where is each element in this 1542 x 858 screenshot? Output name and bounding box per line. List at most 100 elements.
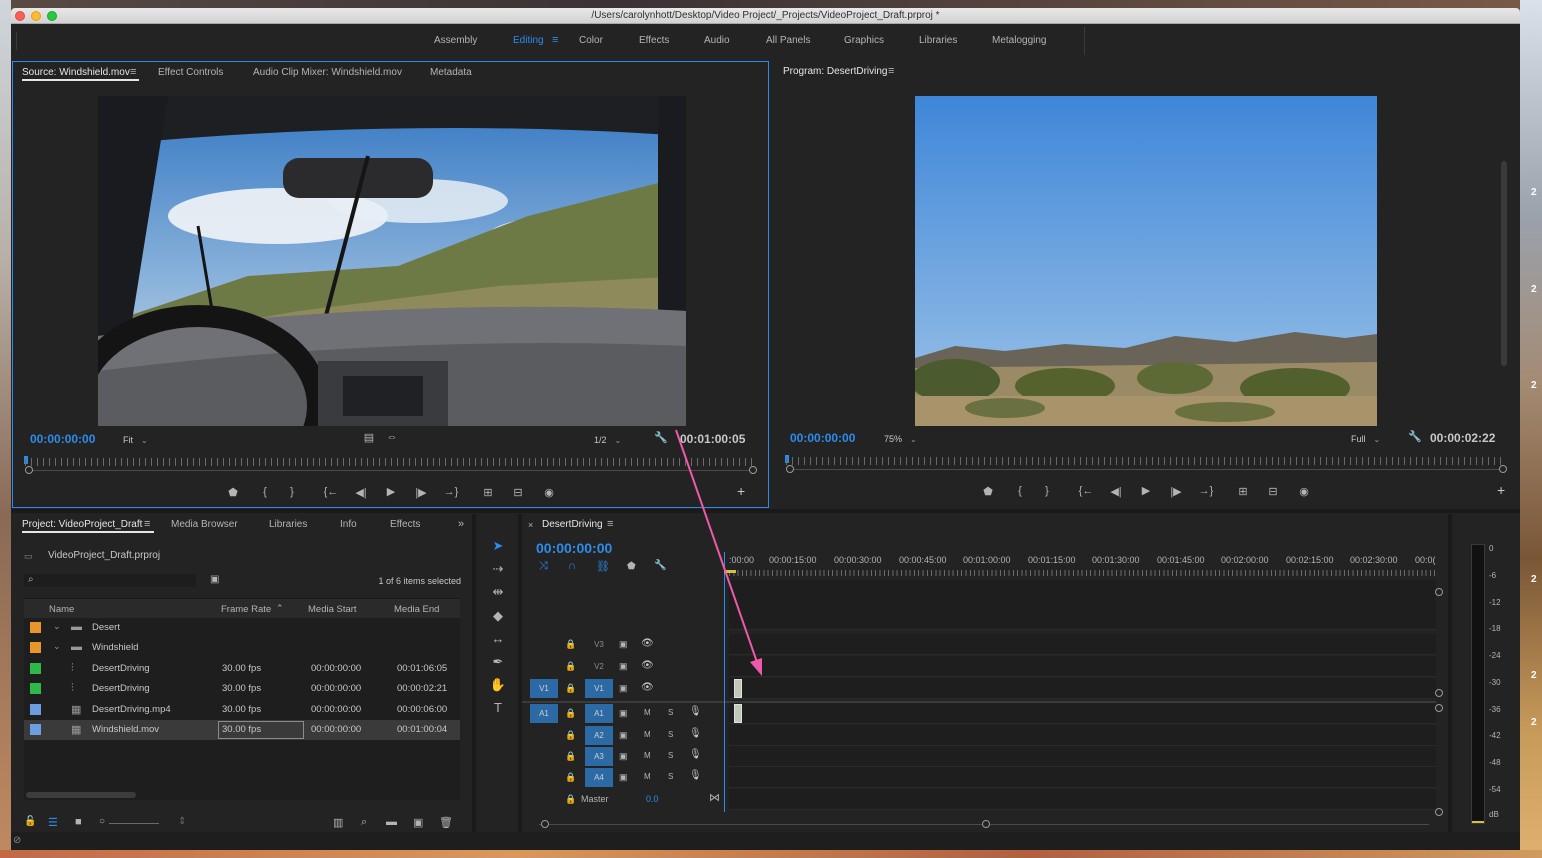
- tab-effect-controls[interactable]: Effect Controls: [158, 67, 223, 78]
- wrench-icon[interactable]: 🔧: [1407, 430, 1423, 443]
- track-target-a1[interactable]: A1: [585, 704, 613, 723]
- program-resolution-select[interactable]: Full ⌄: [1351, 434, 1380, 444]
- drag-video-icon[interactable]: ⇔: [384, 431, 400, 443]
- tab-libraries[interactable]: Libraries: [269, 519, 307, 530]
- step-forward-icon[interactable]: |▶: [1168, 485, 1184, 498]
- workspace-color[interactable]: Color: [579, 35, 603, 46]
- mark-out-icon[interactable]: }: [1039, 485, 1055, 497]
- new-search-bin-icon[interactable]: ▣: [210, 574, 219, 585]
- wrench-icon[interactable]: 🔧: [654, 560, 666, 571]
- track-v1-lane[interactable]: [729, 678, 1436, 699]
- step-back-icon[interactable]: ◀|: [1108, 485, 1124, 498]
- sync-lock-icon[interactable]: ▣: [619, 751, 628, 762]
- nest-icon[interactable]: ⤨: [539, 560, 548, 573]
- track-target-v3[interactable]: V3: [585, 635, 613, 654]
- chevron-down-icon[interactable]: ⌄: [53, 641, 61, 652]
- vertical-scroll-handle[interactable]: [1435, 689, 1443, 697]
- source-time-ruler[interactable]: [25, 458, 753, 466]
- go-to-end-icon[interactable]: ⋈: [709, 791, 720, 804]
- export-frame-icon[interactable]: ◉: [1296, 485, 1312, 498]
- workspace-menu-icon[interactable]: ≡: [552, 34, 558, 46]
- settings-grid-icon[interactable]: ▤: [361, 431, 377, 444]
- column-name[interactable]: Name: [49, 604, 74, 615]
- tab-audio-clip-mixer[interactable]: Audio Clip Mixer: Windshield.mov: [253, 67, 402, 78]
- label-color-swatch[interactable]: [30, 683, 41, 694]
- lock-icon[interactable]: 🔒: [565, 794, 576, 805]
- microphone-icon[interactable]: 🎙: [689, 749, 702, 760]
- extract-icon[interactable]: ⊟: [1265, 485, 1281, 498]
- sync-lock-icon[interactable]: ▣: [619, 639, 628, 650]
- tab-effects[interactable]: Effects: [390, 519, 420, 530]
- play-icon[interactable]: ▶: [383, 485, 399, 498]
- mark-out-icon[interactable]: }: [284, 486, 300, 498]
- vertical-scroll-handle[interactable]: [1435, 808, 1443, 816]
- label-color-swatch[interactable]: [30, 704, 41, 715]
- label-color-swatch[interactable]: [30, 724, 41, 735]
- more-tabs-icon[interactable]: »: [458, 518, 464, 530]
- status-icon[interactable]: ⊘: [13, 835, 21, 846]
- source-fit-select[interactable]: Fit ⌄: [123, 435, 148, 445]
- wrench-icon[interactable]: 🔧: [653, 431, 669, 444]
- list-view-icon[interactable]: ☰: [48, 816, 58, 829]
- add-marker-icon[interactable]: ⬟: [627, 561, 636, 572]
- track-a1-lane[interactable]: [729, 703, 1436, 724]
- mute-button[interactable]: M: [644, 772, 651, 781]
- track-target-v1[interactable]: V1: [585, 679, 613, 698]
- workspace-all-panels[interactable]: All Panels: [766, 35, 810, 46]
- label-color-swatch[interactable]: [30, 663, 41, 674]
- close-icon[interactable]: ×: [528, 520, 533, 530]
- source-patch-a1[interactable]: A1: [530, 704, 558, 723]
- add-marker-icon[interactable]: ⬟: [980, 485, 996, 498]
- zoom-slider[interactable]: [109, 823, 159, 824]
- tab-sequence[interactable]: DesertDriving: [542, 519, 603, 530]
- track-a3-lane[interactable]: [729, 746, 1436, 767]
- label-color-swatch[interactable]: [30, 622, 41, 633]
- ripple-edit-tool-icon[interactable]: ⇹: [478, 584, 518, 600]
- lock-icon[interactable]: 🔒: [565, 661, 576, 672]
- track-target-a4[interactable]: A4: [585, 768, 613, 787]
- sync-lock-icon[interactable]: ▣: [619, 683, 628, 694]
- mark-in-icon[interactable]: {: [257, 486, 273, 498]
- go-to-out-icon[interactable]: →}: [1198, 485, 1214, 497]
- track-master-lane[interactable]: [729, 789, 1436, 810]
- sync-lock-icon[interactable]: ▣: [619, 661, 628, 672]
- horizontal-scroll-handle-left[interactable]: [541, 820, 549, 828]
- empty-track-area[interactable]: [729, 580, 1436, 630]
- program-vertical-scrollbar[interactable]: [1501, 161, 1507, 366]
- track-a4-lane[interactable]: [729, 767, 1436, 788]
- trash-icon[interactable]: 🗑: [439, 816, 453, 829]
- step-forward-icon[interactable]: |▶: [413, 486, 429, 499]
- mute-button[interactable]: M: [644, 708, 651, 717]
- lock-icon[interactable]: 🔒: [565, 751, 576, 762]
- tab-program[interactable]: Program: DesertDriving: [783, 66, 887, 77]
- automate-to-sequence-icon[interactable]: ▥: [333, 816, 343, 829]
- tab-media-browser[interactable]: Media Browser: [171, 519, 238, 530]
- add-button-icon[interactable]: +: [1497, 482, 1505, 498]
- project-item-row[interactable]: ▦ DesertDriving.mp4 30.00 fps 00:00:00:0…: [24, 700, 460, 720]
- play-icon[interactable]: ▶: [1138, 484, 1154, 497]
- microphone-icon[interactable]: 🎙: [689, 770, 702, 781]
- type-tool-icon[interactable]: T: [478, 700, 518, 715]
- slip-tool-icon[interactable]: ↔: [478, 631, 518, 646]
- label-color-swatch[interactable]: [30, 642, 41, 653]
- project-item-row[interactable]: ⫶ DesertDriving 30.00 fps 00:00:00:00 00…: [24, 659, 460, 679]
- go-to-in-icon[interactable]: {←: [1078, 485, 1094, 497]
- microphone-icon[interactable]: 🎙: [689, 706, 702, 717]
- project-item-row-selected[interactable]: ▦ Windshield.mov 30.00 fps 00:00:00:00 0…: [24, 720, 460, 740]
- scroll-handle-left[interactable]: [25, 466, 33, 474]
- source-zoom-scrollbar[interactable]: [29, 470, 753, 471]
- chevron-down-icon[interactable]: ⌄: [53, 621, 61, 632]
- eye-icon[interactable]: 👁: [641, 682, 654, 693]
- tab-info[interactable]: Info: [340, 519, 357, 530]
- sort-icon[interactable]: ⇕: [178, 816, 186, 827]
- scroll-handle-right[interactable]: [749, 466, 757, 474]
- hand-tool-icon[interactable]: ✋: [478, 677, 518, 693]
- panel-menu-icon[interactable]: ≡: [888, 65, 894, 77]
- workspace-metalogging[interactable]: Metalogging: [992, 35, 1046, 46]
- timeline-timecode[interactable]: 00:00:00:00: [536, 540, 612, 556]
- microphone-icon[interactable]: 🎙: [689, 728, 702, 739]
- track-v3-lane[interactable]: [729, 634, 1436, 655]
- sync-lock-icon[interactable]: ▣: [619, 730, 628, 741]
- column-media-end[interactable]: Media End: [394, 604, 439, 615]
- eye-icon[interactable]: 👁: [641, 638, 654, 649]
